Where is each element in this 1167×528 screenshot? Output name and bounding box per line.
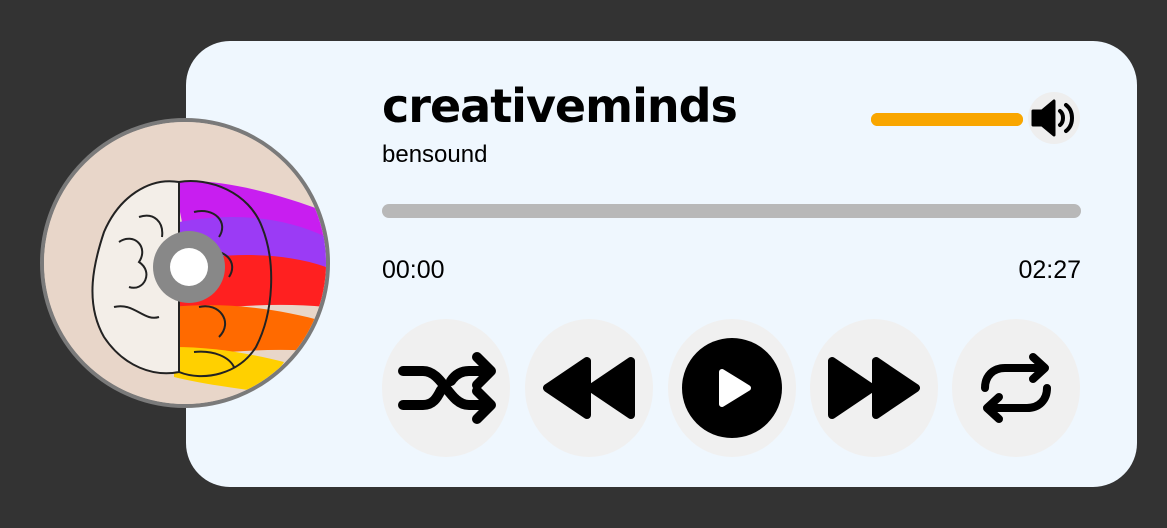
volume-button[interactable] [1028,92,1080,144]
disc-hole [170,248,208,286]
progress-bar[interactable] [382,204,1081,218]
shuffle-button[interactable] [382,319,510,457]
rewind-icon [543,357,635,419]
total-duration: 02:27 [1018,256,1081,284]
volume-slider-fill [871,113,1023,126]
fast-forward-icon [828,357,920,419]
repeat-icon [981,353,1051,423]
shuffle-icon [398,352,496,424]
play-icon [682,338,782,438]
album-art-disc [40,118,330,408]
disc-hub [153,231,225,303]
current-time: 00:00 [382,256,445,284]
next-button[interactable] [810,319,938,457]
volume-slider[interactable] [871,113,1023,126]
track-title: creativeminds [382,79,738,133]
track-artist: bensound [382,141,488,168]
repeat-button[interactable] [952,319,1080,457]
play-button[interactable] [668,319,796,457]
volume-icon [1031,99,1074,137]
previous-button[interactable] [525,319,653,457]
